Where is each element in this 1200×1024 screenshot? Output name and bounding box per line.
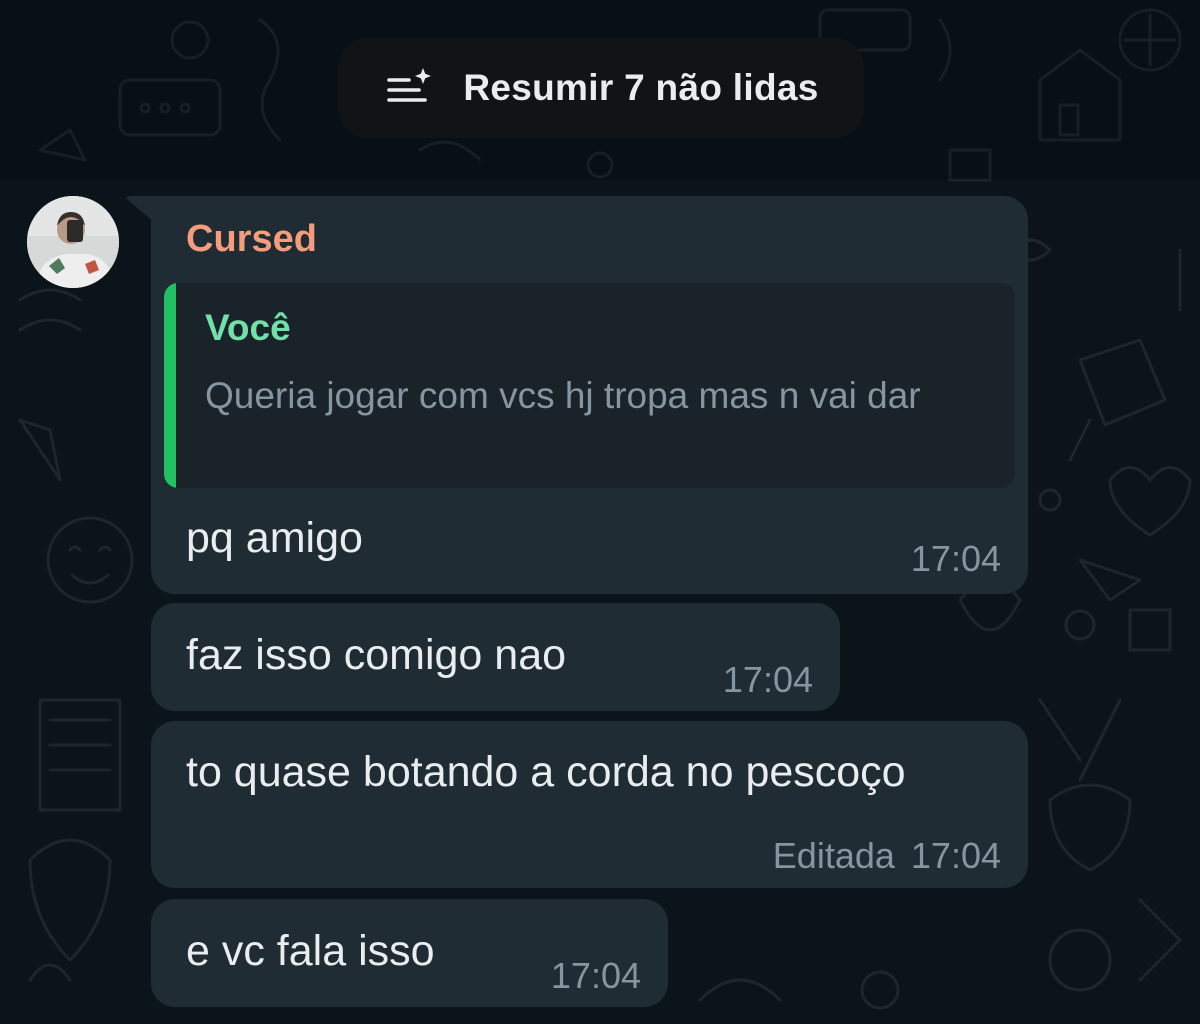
quoted-reply[interactable]: Você Queria jogar com vcs hj tropa mas n… [164, 283, 1015, 488]
chat-screen: Resumir 7 não lidas Cursed Você Queria j… [0, 0, 1200, 1024]
summarize-unread-label: Resumir 7 não lidas [463, 67, 819, 108]
message-bubble[interactable]: faz isso comigo nao 17:04 [151, 603, 840, 711]
bubble-tail [126, 196, 154, 222]
edited-label: Editada [772, 835, 895, 876]
message-time: 17:04 [910, 835, 1001, 876]
message-bubble[interactable]: e vc fala isso 17:04 [151, 899, 668, 1007]
message-time: 17:04 [910, 538, 1001, 579]
avatar[interactable] [27, 196, 119, 288]
quoted-author: Você [205, 307, 291, 348]
quoted-text: Queria jogar com vcs hj tropa mas n vai … [205, 375, 921, 416]
summarize-unread-button[interactable]: Resumir 7 não lidas [338, 38, 864, 138]
message-bubble[interactable]: Cursed Você Queria jogar com vcs hj trop… [151, 196, 1028, 594]
message-text: faz isso comigo nao [186, 631, 567, 679]
quote-accent-bar [164, 283, 176, 488]
sender-name[interactable]: Cursed [186, 218, 317, 261]
message-time: 17:04 [550, 955, 641, 996]
message-text: e vc fala isso [186, 927, 435, 975]
message-text: to quase botando a corda no pescoço [186, 748, 906, 796]
message-time: 17:04 [722, 659, 813, 700]
message-meta: Editada 17:04 [773, 835, 1001, 877]
summarize-sparkle-icon [383, 62, 435, 114]
message-bubble[interactable]: to quase botando a corda no pescoço Edit… [151, 721, 1028, 888]
message-text: pq amigo [186, 514, 363, 562]
